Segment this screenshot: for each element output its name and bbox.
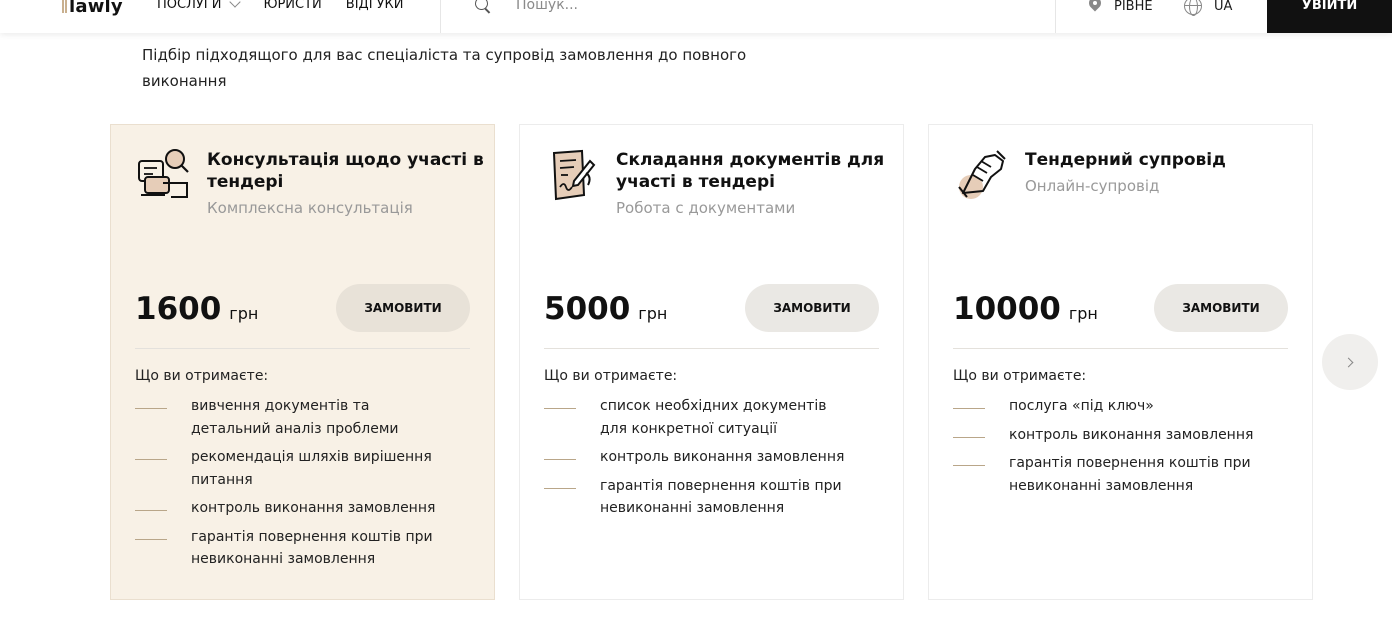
- benefit-text: рекомендація шляхів вирішення питання: [191, 449, 432, 488]
- benefit-text: гарантія повернення коштів при невиконан…: [600, 477, 842, 517]
- price-value: 1600: [135, 291, 222, 327]
- card-subtitle: Робота с документами: [616, 199, 796, 217]
- logo[interactable]: lawly: [62, 0, 123, 17]
- nav-lawyers[interactable]: ЮРИСТИ: [263, 0, 321, 12]
- search-input[interactable]: [516, 0, 936, 13]
- benefits-heading: Що ви отримаєте:: [135, 368, 269, 384]
- language-selector[interactable]: UA: [1184, 0, 1233, 16]
- benefits-list: вивчення документів та детальний аналіз …: [135, 395, 470, 577]
- nav-services[interactable]: ПОСЛУГИ: [157, 0, 242, 12]
- price-value: 5000: [544, 291, 631, 327]
- dash-icon: [953, 436, 985, 438]
- benefit-text: вивчення документів та детальний аналіз …: [191, 398, 399, 437]
- logo-mark-icon: [62, 0, 67, 13]
- service-card: Консультація щодо участі в тендері Компл…: [110, 124, 495, 600]
- benefit-text: список необхідних документів для конкрет…: [600, 398, 827, 437]
- benefits-heading: Що ви отримаєте:: [544, 368, 678, 384]
- dash-icon: [544, 459, 576, 460]
- dash-icon: [135, 459, 167, 460]
- dash-icon: [544, 408, 576, 409]
- document-sign-icon: [552, 149, 596, 201]
- login-button[interactable]: УВІЙТИ: [1267, 0, 1392, 33]
- chevron-right-icon: [1343, 357, 1354, 367]
- price-value: 10000: [953, 291, 1061, 327]
- search-bar: [474, 0, 936, 14]
- city-selector[interactable]: РІВНЕ: [1088, 0, 1153, 15]
- service-card: Тендерний супровід Онлайн-супровід 10000…: [928, 124, 1313, 600]
- benefit-text: гарантія повернення коштів при невиконан…: [191, 528, 433, 568]
- location-pin-icon: [1088, 0, 1102, 15]
- site-header: lawly ПОСЛУГИ ЮРИСТИ ВІДГУКИ РІВНЕ UA УВ…: [0, 0, 1392, 33]
- order-button[interactable]: ЗАМОВИТИ: [336, 284, 470, 332]
- price: 1600 грн: [135, 291, 258, 327]
- price-currency: грн: [229, 304, 259, 323]
- price-currency: грн: [1068, 304, 1098, 323]
- language-label: UA: [1214, 0, 1233, 14]
- card-divider: [953, 348, 1288, 349]
- search-icon[interactable]: [474, 0, 492, 14]
- intro-text: Підбір підходящого для вас спеціаліста т…: [142, 46, 747, 90]
- benefits-list: список необхідних документів для конкрет…: [544, 395, 879, 526]
- card-divider: [135, 348, 470, 349]
- list-item: гарантія повернення коштів при невиконан…: [135, 526, 470, 571]
- list-item: контроль виконання замовлення: [135, 497, 470, 520]
- order-button[interactable]: ЗАМОВИТИ: [1154, 284, 1288, 332]
- globe-icon: [1184, 0, 1202, 16]
- card-subtitle: Комплексна консультація: [207, 199, 413, 217]
- list-item: рекомендація шляхів вирішення питання: [135, 446, 470, 491]
- nav-reviews[interactable]: ВІДГУКИ: [346, 0, 404, 12]
- main-nav: ПОСЛУГИ ЮРИСТИ ВІДГУКИ: [157, 0, 428, 12]
- list-item: послуга «під ключ»: [953, 395, 1288, 418]
- nav-reviews-label: ВІДГУКИ: [345, 0, 404, 12]
- benefit-text: послуга «під ключ»: [1009, 398, 1154, 414]
- list-item: контроль виконання замовлення: [953, 424, 1288, 447]
- dash-icon: [953, 465, 985, 466]
- price-currency: грн: [638, 304, 668, 323]
- benefits-heading: Що ви отримаєте:: [953, 368, 1087, 384]
- price: 5000 грн: [544, 291, 667, 327]
- list-item: гарантія повернення коштів при невиконан…: [953, 452, 1288, 497]
- dash-icon: [135, 510, 167, 511]
- benefit-text: контроль виконання замовлення: [1009, 426, 1254, 443]
- dash-icon: [135, 408, 167, 409]
- header-divider: [1055, 0, 1056, 33]
- chevron-down-icon: [229, 0, 242, 8]
- handshake-icon: [958, 150, 1006, 199]
- benefit-text: контроль виконання замовлення: [600, 449, 845, 465]
- header-divider: [440, 0, 441, 33]
- benefit-text: гарантія повернення коштів при невиконан…: [1009, 455, 1251, 494]
- dash-icon: [135, 538, 167, 540]
- list-item: список необхідних документів для конкрет…: [544, 395, 879, 440]
- card-title: Тендерний супровід: [1025, 150, 1226, 170]
- price: 10000 грн: [953, 291, 1098, 327]
- dash-icon: [953, 408, 985, 409]
- dash-icon: [544, 487, 576, 489]
- benefit-text: контроль виконання замовлення: [191, 500, 436, 516]
- service-card: Складання документів для участі в тендер…: [519, 124, 904, 600]
- list-item: гарантія повернення коштів при невиконан…: [544, 475, 879, 520]
- consultation-icon: [138, 149, 189, 198]
- card-divider: [544, 348, 879, 349]
- city-label: РІВНЕ: [1114, 0, 1153, 14]
- logo-text: lawly: [69, 0, 123, 17]
- card-title: Консультація щодо участі в тендері: [207, 150, 484, 192]
- carousel-next-button[interactable]: [1322, 334, 1378, 390]
- list-item: контроль виконання замовлення: [544, 446, 879, 469]
- card-subtitle: Онлайн-супровід: [1025, 177, 1160, 195]
- order-button[interactable]: ЗАМОВИТИ: [745, 284, 879, 332]
- benefits-list: послуга «під ключ» контроль виконання за…: [953, 395, 1288, 503]
- card-title: Складання документів для участі в тендер…: [616, 150, 885, 192]
- list-item: вивчення документів та детальний аналіз …: [135, 395, 470, 440]
- nav-lawyers-label: ЮРИСТИ: [263, 0, 322, 12]
- nav-services-label: ПОСЛУГИ: [157, 0, 222, 12]
